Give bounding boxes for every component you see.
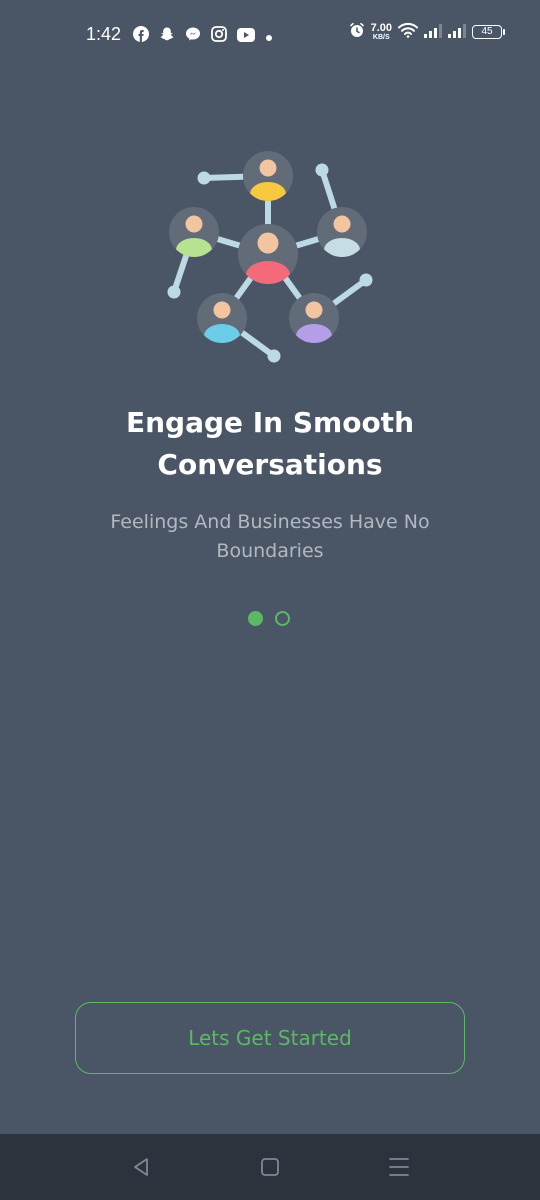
page-indicator [248,611,290,626]
facebook-icon [133,26,149,46]
people-network-icon [160,148,380,370]
page-dot-inactive[interactable] [275,611,290,626]
recents-icon[interactable] [386,1154,412,1180]
get-started-button[interactable]: Lets Get Started [75,1002,465,1074]
more-dot-icon [265,27,273,46]
onboarding-title: Engage In Smooth Conversations [125,406,414,481]
signal-icon [424,23,442,42]
system-icons: 7.00 KB/S 45 [349,22,505,42]
notification-icons [133,26,273,46]
messenger-icon [185,26,201,46]
signal-icon [448,23,466,42]
back-icon[interactable] [128,1154,154,1180]
network-speed-unit: KB/S [372,34,390,41]
status-bar: 1:42 7.00 KB/S 45 [0,0,540,72]
home-icon[interactable] [257,1154,283,1180]
alarm-icon [349,22,365,42]
onboarding-subtitle: Feelings And Businesses Have No Boundari… [110,511,430,562]
snapchat-icon [159,26,175,46]
network-speed-value: 7.00 [370,22,392,34]
navigation-bar [0,1134,540,1200]
wifi-icon [398,22,418,42]
battery-indicator: 45 [472,25,505,39]
network-speed: 7.00 KB/S [370,22,392,42]
status-time: 1:42 [86,24,122,44]
youtube-icon [237,27,255,46]
page-dot-active[interactable] [248,611,263,626]
instagram-icon [211,26,227,46]
